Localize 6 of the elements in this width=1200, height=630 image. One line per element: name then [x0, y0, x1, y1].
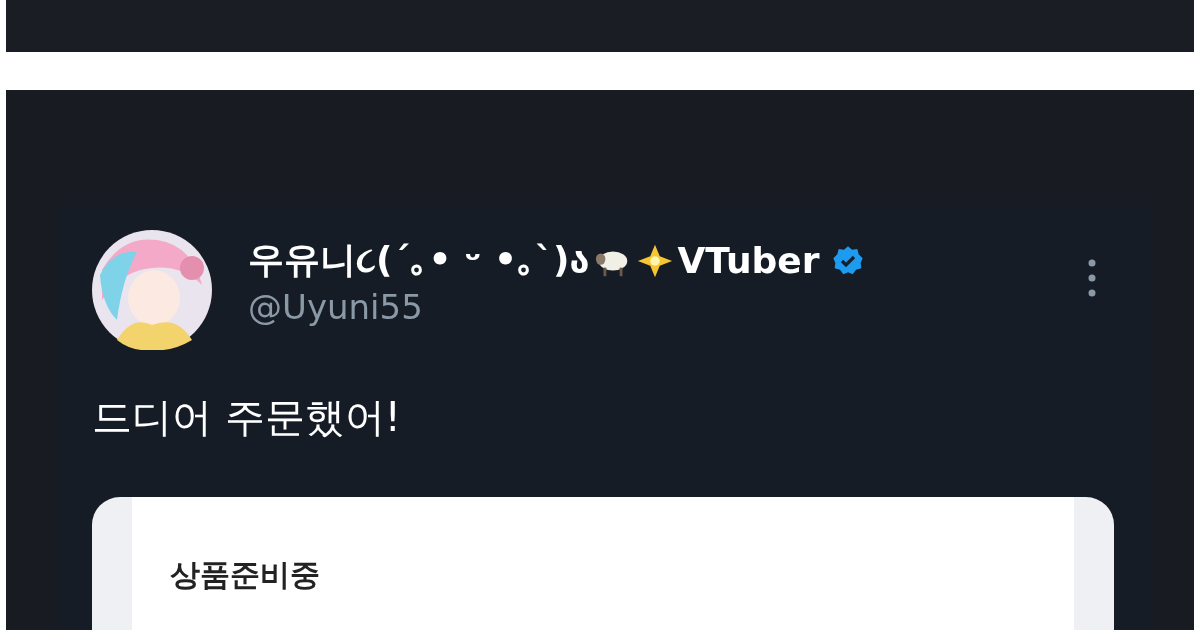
more-options-icon[interactable]: [1087, 258, 1097, 298]
display-name: 우유니૮(´｡• ᵕ •｡`)ა: [248, 238, 590, 282]
user-handle: @Uyuni55: [248, 287, 424, 327]
display-name-suffix: VTuber: [677, 240, 820, 281]
tweet-text: 드디어 주문했어!: [92, 393, 402, 442]
order-status: 상품준비중: [170, 557, 320, 592]
